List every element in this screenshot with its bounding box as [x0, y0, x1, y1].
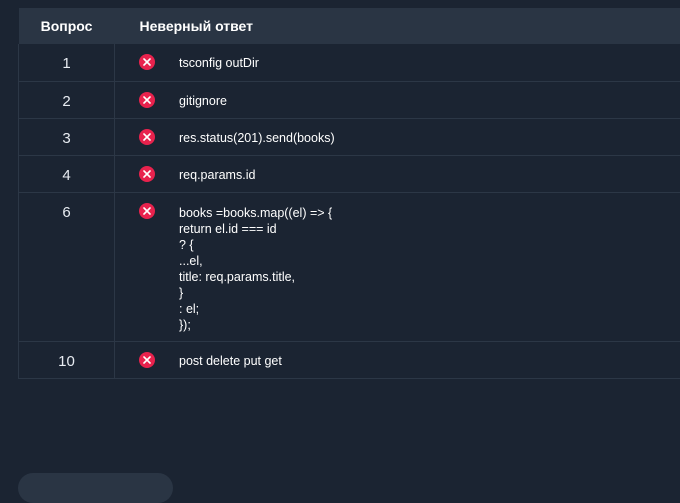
- answer-text: res.status(201).send(books): [179, 119, 680, 146]
- wrong-answer-column-header: Неверный ответ: [115, 8, 680, 44]
- answer-text: post delete put get: [179, 342, 680, 369]
- answer-cell: req.params.id: [115, 155, 680, 192]
- question-number: 1: [19, 44, 115, 81]
- wrong-icon: [139, 166, 155, 182]
- partially-visible-button[interactable]: [18, 473, 173, 503]
- question-number: 2: [19, 81, 115, 118]
- table-row: 6 books =books.map((el) => { return el.i…: [19, 192, 680, 341]
- table-row: 2 gitignore: [19, 81, 680, 118]
- answer-cell: gitignore: [115, 81, 680, 118]
- wrong-icon: [139, 352, 155, 368]
- answer-cell: res.status(201).send(books): [115, 118, 680, 155]
- table-header-row: Вопрос Неверный ответ: [19, 8, 680, 44]
- answer-text: tsconfig outDir: [179, 44, 680, 71]
- wrong-icon: [139, 129, 155, 145]
- answer-cell: post delete put get: [115, 341, 680, 378]
- wrong-icon: [139, 54, 155, 70]
- question-number: 10: [19, 341, 115, 378]
- question-column-header: Вопрос: [19, 8, 115, 44]
- wrong-icon: [139, 92, 155, 108]
- table-row: 3 res.status(201).send(books): [19, 118, 680, 155]
- answer-code-text: books =books.map((el) => { return el.id …: [179, 193, 680, 333]
- answer-cell: books =books.map((el) => { return el.id …: [115, 192, 680, 341]
- wrong-icon: [139, 203, 155, 219]
- table-row: 4 req.params.id: [19, 155, 680, 192]
- table-row: 10 post delete put get: [19, 341, 680, 378]
- answer-cell: tsconfig outDir: [115, 44, 680, 81]
- answer-text: req.params.id: [179, 156, 680, 183]
- question-number: 6: [19, 192, 115, 341]
- question-number: 3: [19, 118, 115, 155]
- results-table: Вопрос Неверный ответ 1 tsconfig outDir …: [18, 8, 680, 379]
- answer-text: gitignore: [179, 82, 680, 109]
- question-number: 4: [19, 155, 115, 192]
- table-row: 1 tsconfig outDir: [19, 44, 680, 81]
